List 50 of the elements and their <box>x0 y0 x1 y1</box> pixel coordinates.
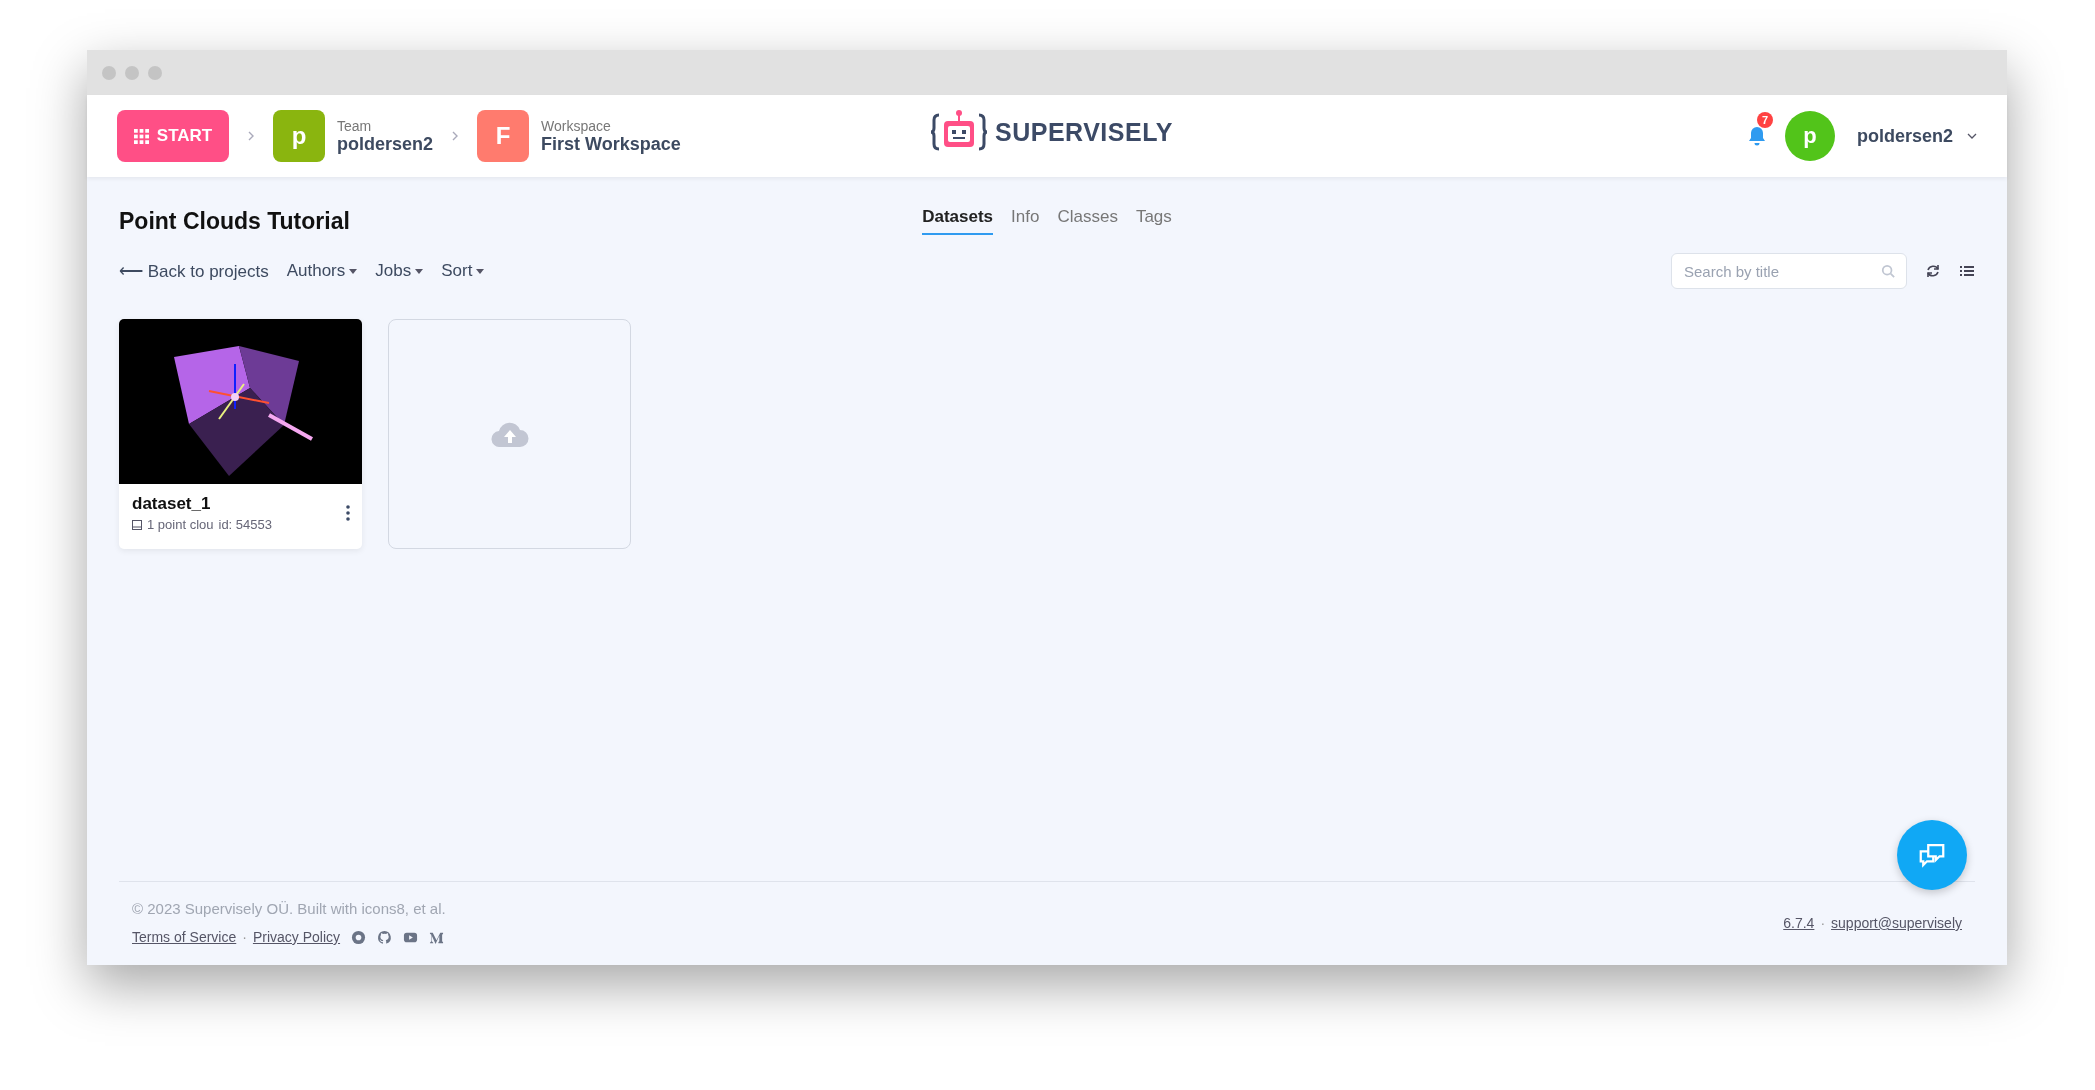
chevron-icon <box>451 130 460 142</box>
dataset-card[interactable]: dataset_1 1 point clou id: 54553 <box>119 319 362 549</box>
separator: · <box>1820 915 1826 931</box>
list-view-icon[interactable] <box>1959 263 1975 279</box>
dataset-name: dataset_1 <box>132 494 212 514</box>
tab[interactable]: Tags <box>1135 207 1172 235</box>
support-email-link[interactable]: support@supervisely <box>1831 915 1962 931</box>
page-title: Point Clouds Tutorial <box>119 207 351 235</box>
chevron-down-icon[interactable] <box>1967 133 1977 139</box>
item-count: 1 point clou <box>147 517 214 532</box>
separator: · <box>242 929 247 945</box>
window-dot-icon[interactable] <box>125 65 139 80</box>
caret-icon <box>415 268 424 274</box>
image-icon <box>132 519 142 530</box>
search-icon <box>1881 264 1895 278</box>
chat-button[interactable] <box>1897 820 1967 890</box>
github-icon[interactable] <box>377 929 393 945</box>
refresh-icon[interactable] <box>1925 263 1941 279</box>
footer-link[interactable]: Terms of Service <box>132 929 237 945</box>
breadcrumb-item[interactable]: p Team poldersen2 <box>273 110 434 162</box>
grid-icon <box>133 128 149 144</box>
search-field[interactable]: Search by title <box>1671 253 1907 289</box>
version-link[interactable]: 6.7.4 <box>1783 915 1815 931</box>
more-icon[interactable] <box>346 505 350 521</box>
filter-dropdown[interactable]: Authors <box>286 261 358 281</box>
breadcrumb-value: First Workspace <box>541 133 681 155</box>
filter-dropdown[interactable]: Jobs <box>375 261 424 281</box>
tab[interactable]: Classes <box>1057 207 1118 235</box>
filter-dropdown[interactable]: Sort <box>441 261 485 281</box>
tab[interactable]: Info <box>1011 207 1040 235</box>
window-dot-icon[interactable] <box>102 65 116 80</box>
breadcrumb-label: Workspace <box>541 117 612 134</box>
chevron-icon <box>247 130 255 142</box>
breadcrumb-item[interactable]: F Workspace First Workspace <box>477 110 681 162</box>
notification-count: 7 <box>1756 112 1774 128</box>
dataset-id: id: 54553 <box>218 517 272 532</box>
avatar: F <box>477 110 530 162</box>
tab[interactable]: Datasets <box>922 207 994 235</box>
back-link[interactable]: ⟵ Back to projects <box>119 260 269 282</box>
footer-link[interactable]: Privacy Policy <box>252 929 341 945</box>
cloud-upload-icon <box>489 421 530 447</box>
logo-text: SUPERVISELY <box>995 117 1173 147</box>
caret-icon <box>476 268 485 274</box>
breadcrumb-label: Team <box>337 117 373 134</box>
caret-icon <box>349 268 358 274</box>
avatar: p <box>273 110 325 162</box>
copyright-text: © 2023 Supervisely OÜ. Built with icons8, et al. <box>132 900 446 917</box>
window-dot-icon[interactable] <box>148 65 162 80</box>
breadcrumb-value: poldersen2 <box>337 133 434 155</box>
user-name[interactable]: poldersen2 <box>1856 125 1953 147</box>
